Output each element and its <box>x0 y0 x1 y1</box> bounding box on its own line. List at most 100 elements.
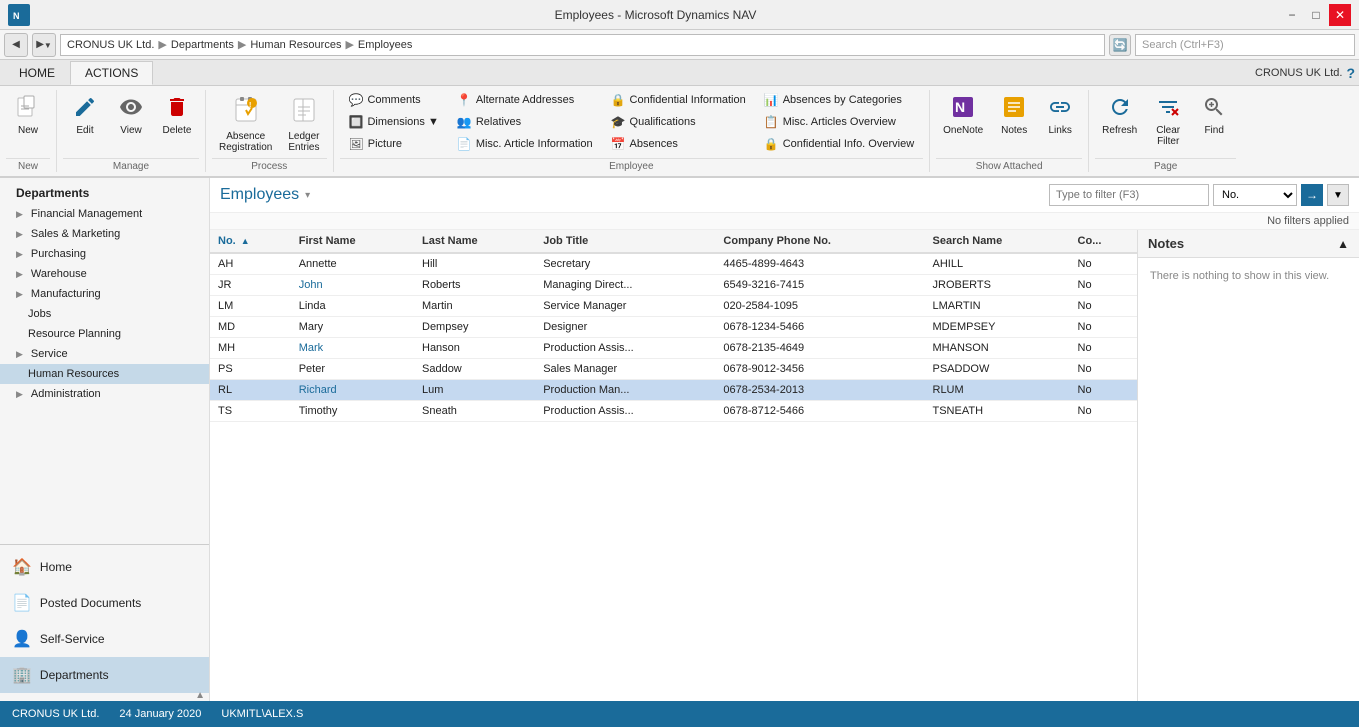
back-button[interactable]: ◀ <box>4 33 28 57</box>
table-row[interactable]: MDMaryDempseyDesigner0678-1234-5466MDEMP… <box>210 317 1137 338</box>
col-header-co[interactable]: Co... <box>1070 230 1137 253</box>
minimize-button[interactable]: − <box>1281 4 1303 26</box>
window-controls: − □ ✕ <box>1281 4 1351 26</box>
cell-co: No <box>1070 253 1137 275</box>
refresh-button[interactable]: Refresh <box>1095 90 1144 141</box>
dimensions-button[interactable]: 🔲Dimensions ▼ <box>344 112 444 132</box>
confidential-info-overview-button[interactable]: 🔒Confidential Info. Overview <box>759 134 919 154</box>
table-row[interactable]: LMLindaMartinService Manager020-2584-109… <box>210 296 1137 317</box>
cell-lastName: Hanson <box>414 338 535 359</box>
delete-button[interactable]: Delete <box>155 90 199 141</box>
comments-button[interactable]: 💬Comments <box>344 90 444 110</box>
cell-searchName: JROBERTS <box>925 275 1070 296</box>
app-icon: N <box>8 4 30 26</box>
sidebar-item-human-resources[interactable]: Human Resources <box>0 364 209 384</box>
self-service-icon: 👤 <box>12 629 32 649</box>
edit-button[interactable]: Edit <box>63 90 107 141</box>
alternate-addresses-button[interactable]: 📍Alternate Addresses <box>452 90 598 110</box>
svg-text:N: N <box>955 99 965 115</box>
picture-button[interactable]: 🖼Picture <box>344 134 444 154</box>
col-header-no[interactable]: No. ▲ <box>210 230 291 253</box>
process-group-label: Process <box>212 158 327 172</box>
filter-expand-button[interactable]: ▼ <box>1327 184 1349 206</box>
sidebar-item-administration[interactable]: ▶Administration <box>0 384 209 404</box>
tab-actions[interactable]: ACTIONS <box>70 61 153 85</box>
help-button[interactable]: ? <box>1346 65 1355 81</box>
path-company[interactable]: CRONUS UK Ltd. <box>67 39 154 51</box>
table-row[interactable]: PSPeterSaddowSales Manager0678-9012-3456… <box>210 359 1137 380</box>
notes-ribbon-button[interactable]: Notes <box>992 90 1036 141</box>
filter-input[interactable] <box>1049 184 1209 206</box>
sidebar-bottom-departments[interactable]: 🏢 Departments <box>0 657 209 693</box>
manage-group-label: Manage <box>63 158 199 172</box>
forward-button[interactable]: ▶▼ <box>32 33 56 57</box>
onenote-button[interactable]: N OneNote <box>936 90 990 141</box>
sidebar-item-manufacturing[interactable]: ▶Manufacturing <box>0 284 209 304</box>
sidebar-item-jobs[interactable]: Jobs <box>0 304 209 324</box>
cell-firstName: Timothy <box>291 401 414 422</box>
page-title-dropdown[interactable]: ▾ <box>305 190 310 201</box>
cell-lastName: Dempsey <box>414 317 535 338</box>
company-name-display: CRONUS UK Ltd. ? <box>1255 65 1355 81</box>
links-button[interactable]: Links <box>1038 90 1082 141</box>
filter-bar: No. First Name Last Name → ▼ <box>1049 184 1349 206</box>
filter-go-button[interactable]: → <box>1301 184 1323 206</box>
table-row[interactable]: JRJohnRobertsManaging Direct...6549-3216… <box>210 275 1137 296</box>
misc-articles-overview-button[interactable]: 📋Misc. Articles Overview <box>759 112 919 132</box>
cell-no: PS <box>210 359 291 380</box>
sidebar-item-warehouse[interactable]: ▶Warehouse <box>0 264 209 284</box>
cell-no: AH <box>210 253 291 275</box>
absences-button[interactable]: 📅Absences <box>606 134 751 154</box>
table-row[interactable]: TSTimothySneathProduction Assis...0678-8… <box>210 401 1137 422</box>
sidebar-item-purchasing[interactable]: ▶Purchasing <box>0 244 209 264</box>
path-departments[interactable]: Departments <box>171 39 234 51</box>
table-header-row: No. ▲ First Name Last Name Job Title Com… <box>210 230 1137 253</box>
ledger-entries-button[interactable]: LedgerEntries <box>281 90 326 158</box>
close-button[interactable]: ✕ <box>1329 4 1351 26</box>
table-row[interactable]: AHAnnetteHillSecretary4465-4899-4643AHIL… <box>210 253 1137 275</box>
cell-no: MH <box>210 338 291 359</box>
sidebar-bottom-home[interactable]: 🏠 Home <box>0 549 209 585</box>
absences-by-categories-button[interactable]: 📊Absences by Categories <box>759 90 919 110</box>
address-refresh-button[interactable]: 🔄 <box>1109 34 1131 56</box>
cell-jobTitle: Production Assis... <box>535 401 715 422</box>
relatives-button[interactable]: 👥Relatives <box>452 112 598 132</box>
sidebar: Departments ▶Financial Management ▶Sales… <box>0 178 210 701</box>
col-header-firstname[interactable]: First Name <box>291 230 414 253</box>
clear-filter-button[interactable]: ClearFilter <box>1146 90 1190 152</box>
tab-home[interactable]: HOME <box>4 61 70 84</box>
sidebar-bottom-posted-docs[interactable]: 📄 Posted Documents <box>0 585 209 621</box>
sidebar-item-financial[interactable]: ▶Financial Management <box>0 204 209 224</box>
cell-co: No <box>1070 338 1137 359</box>
search-box[interactable]: Search (Ctrl+F3) <box>1135 34 1355 56</box>
new-button[interactable]: New <box>6 90 50 141</box>
sidebar-item-sales[interactable]: ▶Sales & Marketing <box>0 224 209 244</box>
cell-searchName: TSNEATH <box>925 401 1070 422</box>
col-header-jobtitle[interactable]: Job Title <box>535 230 715 253</box>
table-row[interactable]: RLRichardLumProduction Man...0678-2534-2… <box>210 380 1137 401</box>
filter-field-select[interactable]: No. First Name Last Name <box>1213 184 1297 206</box>
misc-article-info-button[interactable]: 📄Misc. Article Information <box>452 134 598 154</box>
confidential-info-button[interactable]: 🔒Confidential Information <box>606 90 751 110</box>
col-header-searchname[interactable]: Search Name <box>925 230 1070 253</box>
sidebar-item-service[interactable]: ▶Service <box>0 344 209 364</box>
cell-firstName: Linda <box>291 296 414 317</box>
cell-jobTitle: Designer <box>535 317 715 338</box>
maximize-button[interactable]: □ <box>1305 4 1327 26</box>
path-employees[interactable]: Employees <box>358 39 412 51</box>
col-header-phone[interactable]: Company Phone No. <box>715 230 924 253</box>
col-header-lastname[interactable]: Last Name <box>414 230 535 253</box>
table-row[interactable]: MHMarkHansonProduction Assis...0678-2135… <box>210 338 1137 359</box>
sidebar-collapse-button[interactable]: ▲ <box>0 693 209 697</box>
absence-registration-button[interactable]: ! AbsenceRegistration <box>212 90 279 158</box>
find-button[interactable]: Find <box>1192 90 1236 141</box>
path-hr[interactable]: Human Resources <box>250 39 341 51</box>
sidebar-item-departments[interactable]: Departments <box>0 178 209 204</box>
page-group-label: Page <box>1095 158 1236 172</box>
view-button[interactable]: View <box>109 90 153 141</box>
sidebar-bottom-self-service[interactable]: 👤 Self-Service <box>0 621 209 657</box>
notes-collapse-button[interactable]: ▲ <box>1337 237 1349 251</box>
qualifications-button[interactable]: 🎓Qualifications <box>606 112 751 132</box>
sidebar-item-resource-planning[interactable]: Resource Planning <box>0 324 209 344</box>
employee-col-2: 📍Alternate Addresses 👥Relatives 📄Misc. A… <box>448 90 602 154</box>
